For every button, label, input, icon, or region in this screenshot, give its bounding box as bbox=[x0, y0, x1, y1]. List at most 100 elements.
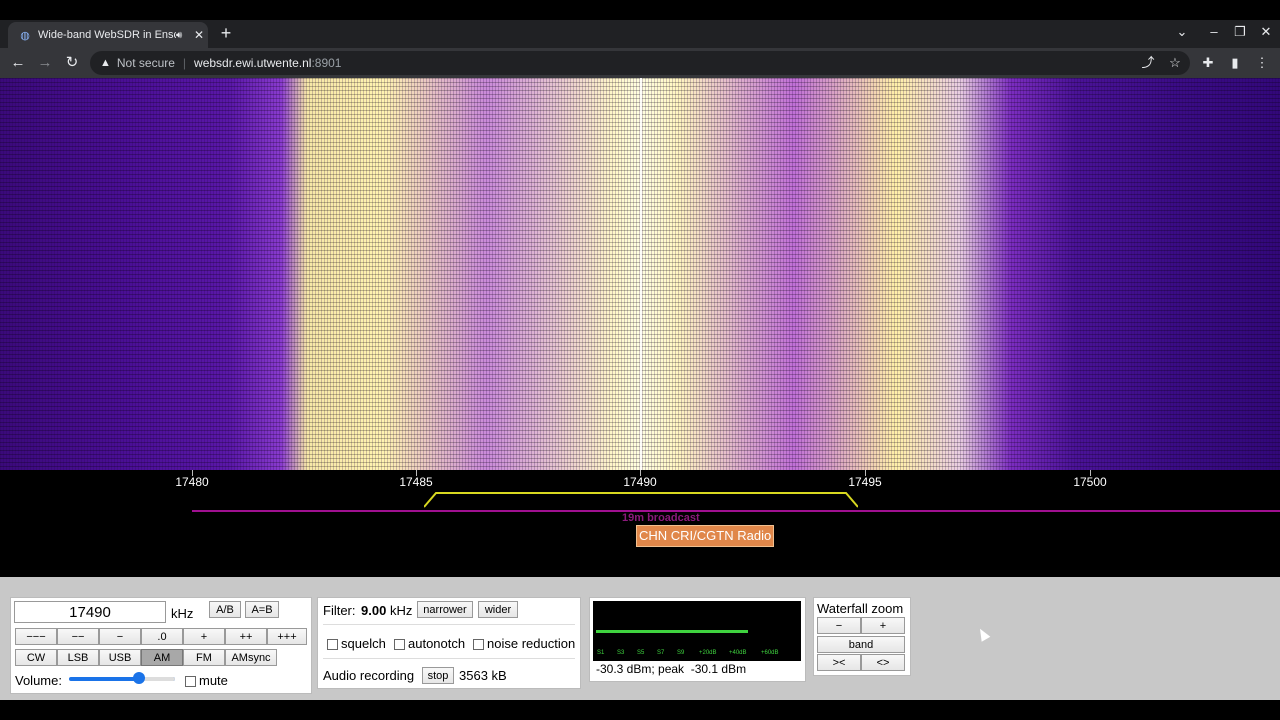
stop-recording-button[interactable]: stop bbox=[422, 667, 454, 684]
station-label[interactable]: CHN CRI/CGTN Radio bbox=[636, 525, 775, 547]
step-up-3-button[interactable]: +++ bbox=[267, 628, 307, 645]
zoom-narrow-button[interactable]: >< bbox=[817, 654, 861, 671]
frequency-input[interactable]: 17490 bbox=[14, 601, 166, 623]
signal-readout: -30.3 dBm; peak -30.1 dBm bbox=[596, 662, 747, 676]
squelch-label: squelch bbox=[341, 636, 386, 651]
mode-amsync-button[interactable]: AMsync bbox=[225, 649, 277, 666]
passband-indicator[interactable] bbox=[424, 492, 858, 508]
waterfall-zoom-title: Waterfall zoom bbox=[817, 601, 904, 616]
smeter-scale-label: +40dB bbox=[729, 650, 747, 656]
volume-label: Volume: bbox=[15, 673, 62, 688]
mode-lsb-button[interactable]: LSB bbox=[57, 649, 99, 666]
smeter-panel: S1 S3 S5 S7 S9 +20dB +40dB +60dB -30.3 d… bbox=[589, 597, 806, 682]
address-separator: | bbox=[182, 56, 187, 70]
volume-slider-track bbox=[141, 677, 175, 681]
narrower-button[interactable]: narrower bbox=[417, 601, 473, 618]
browser-toolbar: ← → ↻ ▲ Not secure | websdr.ewi.utwente.… bbox=[0, 48, 1280, 78]
step-down-1-button[interactable]: − bbox=[99, 628, 141, 645]
back-icon[interactable]: ← bbox=[8, 53, 28, 73]
tick-label: 17490 bbox=[623, 475, 657, 489]
minimize-icon[interactable]: – bbox=[1204, 24, 1224, 39]
smeter-display: S1 S3 S5 S7 S9 +20dB +40dB +60dB bbox=[593, 601, 801, 661]
security-label[interactable]: Not secure bbox=[117, 56, 175, 70]
smeter-scale-label: S9 bbox=[677, 650, 685, 656]
noise-reduction-label: noise reduction bbox=[487, 636, 576, 651]
band-indicator-line bbox=[192, 510, 1280, 512]
autonotch-checkbox-row[interactable]: autonotch bbox=[394, 636, 465, 651]
tab-title: Wide-band WebSDR in Enschede bbox=[38, 29, 176, 41]
autonotch-label: autonotch bbox=[408, 636, 466, 651]
menu-kebab-icon[interactable]: ⋮ bbox=[1252, 53, 1272, 73]
zoom-in-button[interactable]: + bbox=[861, 617, 905, 634]
warning-triangle-icon[interactable]: ▲ bbox=[100, 57, 111, 69]
noise-reduction-checkbox-row[interactable]: noise reduction bbox=[473, 636, 575, 651]
mute-label: mute bbox=[199, 673, 228, 688]
waterfall-zoom-panel: Waterfall zoom − + band >< <> bbox=[813, 597, 911, 676]
mode-fm-button[interactable]: FM bbox=[183, 649, 225, 666]
extensions-puzzle-icon[interactable]: ✚ bbox=[1198, 53, 1218, 73]
step-up-2-button[interactable]: ++ bbox=[225, 628, 267, 645]
smeter-scale-label: S3 bbox=[617, 650, 625, 656]
zoom-band-button[interactable]: band bbox=[817, 636, 905, 653]
smeter-scale-label: S1 bbox=[597, 650, 605, 656]
browser-tab[interactable]: ◍ Wide-band WebSDR in Enschede 🔊︎ ✕ bbox=[8, 22, 208, 48]
smeter-scale-label: +20dB bbox=[699, 650, 717, 656]
mode-cw-button[interactable]: CW bbox=[15, 649, 57, 666]
smeter-scale-label: +60dB bbox=[761, 650, 779, 656]
mode-usb-button[interactable]: USB bbox=[99, 649, 141, 666]
filter-panel: Filter: 9.00 kHz narrower wider squelch … bbox=[317, 597, 581, 689]
side-panel-icon[interactable]: ▮ bbox=[1225, 53, 1245, 73]
bookmark-star-icon[interactable]: ☆ bbox=[1165, 53, 1185, 73]
address-bar[interactable]: ▲ Not secure | websdr.ewi.utwente.nl :89… bbox=[90, 51, 1190, 75]
tick-label: 17480 bbox=[175, 475, 209, 489]
waterfall-display[interactable] bbox=[0, 78, 1280, 470]
tab-search-chevron-icon[interactable]: ⌄ bbox=[1172, 24, 1192, 40]
filter-divider bbox=[323, 624, 575, 625]
reload-icon[interactable]: ↻ bbox=[62, 53, 82, 73]
filter-unit: kHz bbox=[390, 603, 413, 618]
squelch-checkbox[interactable] bbox=[327, 639, 338, 651]
step-up-1-button[interactable]: + bbox=[183, 628, 225, 645]
speaker-icon[interactable]: 🔊︎ bbox=[176, 30, 190, 41]
tab-close-icon[interactable]: ✕ bbox=[190, 28, 208, 42]
browser-tab-bar: ◍ Wide-band WebSDR in Enschede 🔊︎ ✕ + ⌄ … bbox=[0, 20, 1280, 48]
step-down-2-button[interactable]: −− bbox=[57, 628, 99, 645]
volume-slider-knob[interactable] bbox=[133, 672, 145, 684]
ab-button[interactable]: A/B bbox=[209, 601, 241, 618]
round-frequency-button[interactable]: .0 bbox=[141, 628, 183, 645]
recording-divider bbox=[323, 658, 575, 659]
new-tab-icon[interactable]: + bbox=[216, 24, 236, 44]
smeter-scale: S1 S3 S5 S7 S9 +20dB +40dB +60dB bbox=[593, 650, 801, 660]
noise-reduction-checkbox[interactable] bbox=[473, 639, 484, 651]
tick-label: 17495 bbox=[848, 475, 882, 489]
frequency-scale[interactable]: 17480 17485 17490 17495 17500 19m broadc… bbox=[0, 470, 1280, 577]
smeter-scale-label: S5 bbox=[637, 650, 645, 656]
squelch-checkbox-row[interactable]: squelch bbox=[327, 636, 386, 651]
filter-value: 9.00 bbox=[361, 603, 387, 618]
frequency-mode-panel: 17490 kHz A/B A=B −−− −− − .0 + ++ +++ C… bbox=[10, 597, 312, 694]
zoom-widen-button[interactable]: <> bbox=[861, 654, 905, 671]
a-equals-b-button[interactable]: A=B bbox=[245, 601, 279, 618]
share-icon[interactable]: ⤴ bbox=[1138, 53, 1158, 73]
mute-checkbox[interactable] bbox=[185, 676, 196, 688]
wider-button[interactable]: wider bbox=[478, 601, 518, 618]
frequency-unit: kHz bbox=[171, 606, 194, 621]
restore-icon[interactable]: ❐ bbox=[1230, 24, 1250, 40]
websdr-favicon-icon: ◍ bbox=[20, 29, 30, 42]
url-host: websdr.ewi.utwente.nl bbox=[194, 56, 312, 70]
forward-icon[interactable]: → bbox=[35, 53, 55, 73]
volume-slider[interactable] bbox=[69, 672, 175, 684]
autonotch-checkbox[interactable] bbox=[394, 639, 405, 651]
tick-label: 17485 bbox=[399, 475, 433, 489]
band-label: 19m broadcast bbox=[622, 512, 700, 524]
tick-label: 17500 bbox=[1073, 475, 1107, 489]
step-down-3-button[interactable]: −−− bbox=[15, 628, 57, 645]
tuning-center-line bbox=[640, 78, 642, 470]
window-close-icon[interactable]: ✕ bbox=[1256, 24, 1276, 40]
mute-checkbox-row[interactable]: mute bbox=[185, 673, 228, 688]
audio-recording-label: Audio recording bbox=[323, 668, 415, 683]
mode-am-button[interactable]: AM bbox=[141, 649, 183, 666]
zoom-out-button[interactable]: − bbox=[817, 617, 861, 634]
signal-level-bar bbox=[596, 630, 748, 633]
smeter-scale-label: S7 bbox=[657, 650, 665, 656]
